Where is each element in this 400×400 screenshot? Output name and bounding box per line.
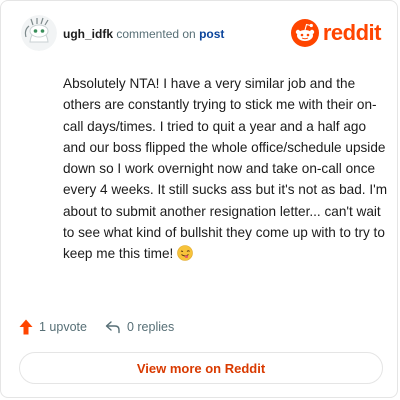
replies-control[interactable]: 0 replies xyxy=(105,320,174,334)
upvote-control[interactable]: 1 upvote xyxy=(19,319,87,335)
upvote-arrow-icon[interactable] xyxy=(19,319,33,335)
post-link[interactable]: post xyxy=(199,27,224,41)
comment-header: ugh_idfk commented on post xyxy=(63,27,224,41)
action-text: commented on xyxy=(116,27,196,41)
view-more-on-reddit-button[interactable]: View more on Reddit xyxy=(19,352,383,384)
reddit-wordmark: reddit xyxy=(322,20,382,45)
reply-arrow-icon xyxy=(105,321,120,334)
reddit-logo[interactable]: reddit xyxy=(290,19,382,47)
comment-body: Absolutely NTA! I have a very similar jo… xyxy=(63,73,391,265)
comment-text: Absolutely NTA! I have a very similar jo… xyxy=(63,76,388,262)
user-avatar[interactable] xyxy=(21,15,57,51)
username[interactable]: ugh_idfk xyxy=(63,27,113,41)
reddit-snoo-icon xyxy=(290,19,319,47)
face-with-tongue-winking-icon xyxy=(177,245,193,262)
reply-count: 0 replies xyxy=(126,320,175,334)
upvote-count: 1 upvote xyxy=(39,320,87,334)
comment-footer: 1 upvote 0 replies xyxy=(19,319,174,335)
embedded-comment-card: ugh_idfk commented on post reddit Absolu… xyxy=(0,0,398,398)
